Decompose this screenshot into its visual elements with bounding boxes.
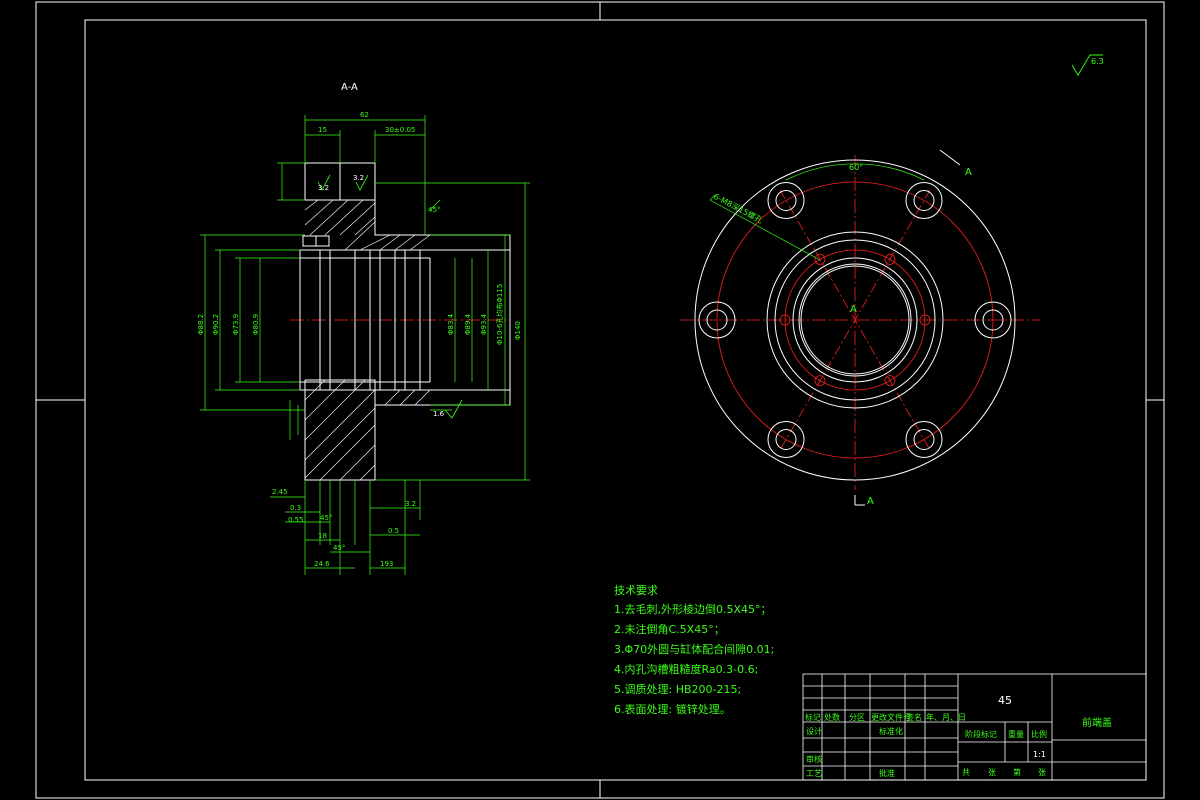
dim-d3: 18 xyxy=(318,532,327,540)
view-marker-top: A xyxy=(965,167,972,178)
roughness-3: 1.6 xyxy=(433,410,445,418)
dim-bore-r2: Φ89.4 xyxy=(464,313,472,335)
sheet-label-0: 共 xyxy=(962,768,970,777)
tech-requirement-item: 6.表面处理: 镀锌处理。 xyxy=(614,703,731,716)
sheet-label-2: 第 xyxy=(1013,767,1021,777)
tech-requirement-item: 1.去毛刺,外形棱边倒0.5X45°； xyxy=(614,603,772,616)
approve-label: 批准 xyxy=(879,768,895,778)
dim-d6: 3.2 xyxy=(405,500,416,508)
row-label-5: 年、月、日 xyxy=(926,712,966,722)
dim-bore-r1: Φ83.4 xyxy=(447,313,455,335)
row-label-4: 签名 xyxy=(906,712,922,722)
part-name: 前端盖 xyxy=(1082,716,1112,729)
dim-d4: 24.6 xyxy=(314,560,330,568)
standard-label: 标准化 xyxy=(879,726,903,736)
dim-left-length: 2.45 xyxy=(272,488,288,496)
dim-bolt-circle: Φ10-6孔均布Φ115 xyxy=(495,284,504,345)
view-marker-bottom: A xyxy=(867,496,874,507)
dim-d1: 0.3 xyxy=(290,504,301,512)
roughness-2: 3.2 xyxy=(353,174,364,182)
dim-flange-thickness: 15 xyxy=(318,126,327,134)
dim-d2: 0.55 xyxy=(288,516,304,524)
dim-bore-r3: Φ93.4 xyxy=(480,313,488,335)
dim-right-length: 30±0.05 xyxy=(385,126,415,134)
stage-label: 阶段标记 xyxy=(965,729,997,739)
scale-value: 1:1 xyxy=(1033,750,1046,759)
tech-requirement-item: 5.调质处理: HB200-215; xyxy=(614,683,742,696)
dim-bore-3: Φ73.9 xyxy=(232,314,240,335)
dim-bore-2: Φ90.2 xyxy=(212,314,220,335)
angle-label: 60° xyxy=(849,163,863,172)
scale-label: 比例 xyxy=(1031,729,1047,739)
dim-diameter-outer: Φ140 xyxy=(514,321,522,340)
row-label-0: 标记 xyxy=(805,712,821,722)
check-label: 审核 xyxy=(806,754,822,764)
design-label: 设计 xyxy=(806,726,822,736)
dim-d5: 193 xyxy=(380,560,393,568)
dim-overall-length: 62 xyxy=(360,111,369,119)
front-view: 60° 6-M8深15螺孔 A A A xyxy=(680,149,1040,507)
section-view: A-A 62 15 30±0.05 3.2 3.2 1.6 2.45 0.3 0… xyxy=(197,82,530,575)
tech-requirements-title: 技术要求 xyxy=(614,584,658,597)
view-marker-center: A xyxy=(850,304,857,315)
tech-requirement-item: 4.内孔沟槽粗糙度Ra0.3-0.6; xyxy=(614,663,759,676)
row-label-2: 分区 xyxy=(849,713,865,722)
roughness-symbol-general: 6.3 xyxy=(1071,54,1104,76)
row-label-1: 处数 xyxy=(824,712,840,722)
hole-note: 6-M8深15螺孔 xyxy=(712,191,765,225)
dim-bore-1: Φ88.2 xyxy=(197,314,205,335)
angle-label-2: 45° xyxy=(320,514,332,522)
process-label: 工艺 xyxy=(806,769,822,778)
angle-label-3: 45° xyxy=(428,206,440,214)
row-label-3: 更改文件号 xyxy=(871,712,911,722)
drawing-sheet: A-A 62 15 30±0.05 3.2 3.2 1.6 2.45 0.3 0… xyxy=(35,1,1165,799)
tech-requirement-item: 2.未注倒角C.5X45°； xyxy=(614,623,725,636)
weight-label: 重量 xyxy=(1008,729,1024,739)
angle-label-1: 45° xyxy=(333,544,345,552)
section-label: A-A xyxy=(341,82,358,93)
material: 45 xyxy=(998,694,1012,707)
sheet-label-3: 张 xyxy=(1038,768,1046,777)
dim-d7: 0.5 xyxy=(388,527,399,535)
dim-bore-4: Φ80.9 xyxy=(252,314,260,335)
roughness-1: 3.2 xyxy=(318,184,329,192)
tech-requirement-item: 3.Φ70外圆与缸体配合间隙0.01; xyxy=(614,643,775,656)
roughness-general-value: 6.3 xyxy=(1091,57,1104,66)
sheet-label-1: 张 xyxy=(988,768,996,777)
